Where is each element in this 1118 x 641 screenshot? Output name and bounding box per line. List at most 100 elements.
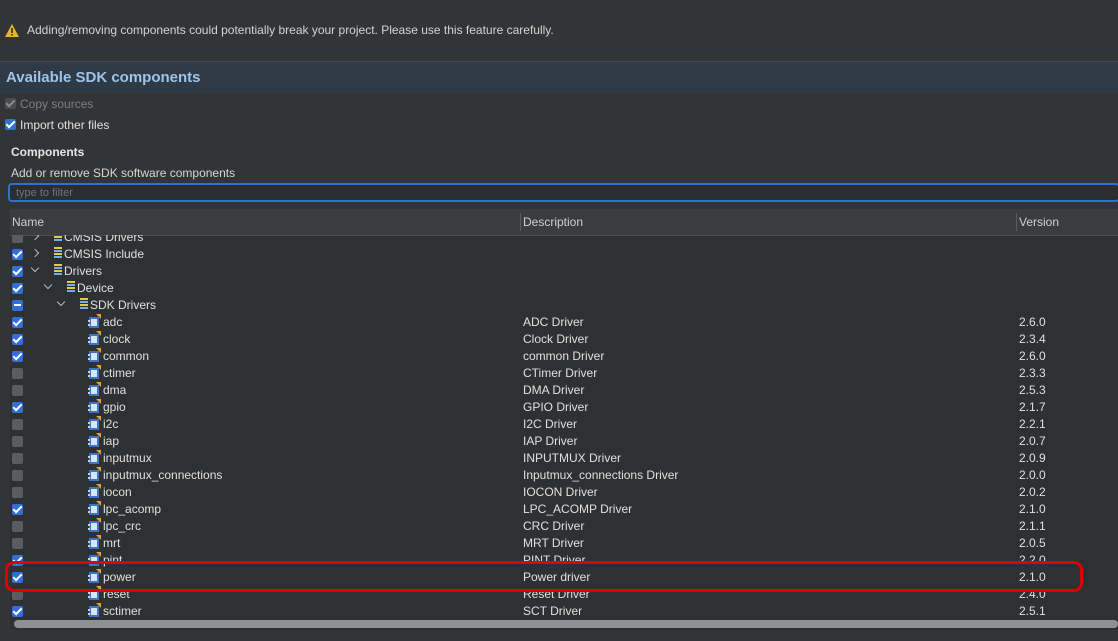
row-checkbox[interactable] bbox=[12, 385, 23, 396]
row-checkbox[interactable] bbox=[12, 235, 23, 243]
row-description: IOCON Driver bbox=[523, 485, 598, 499]
row-description: Power driver bbox=[523, 570, 591, 584]
components-description: Add or remove SDK software components bbox=[11, 166, 236, 180]
row-checkbox[interactable] bbox=[12, 521, 23, 532]
driver-component-icon bbox=[88, 314, 101, 328]
table-row[interactable]: reset Reset Driver 2.4.0 bbox=[10, 586, 1118, 603]
row-checkbox[interactable] bbox=[12, 249, 23, 260]
row-checkbox[interactable] bbox=[12, 487, 23, 498]
column-divider[interactable] bbox=[520, 213, 521, 231]
filter-input[interactable] bbox=[16, 185, 1106, 200]
filter-box[interactable] bbox=[8, 183, 1118, 202]
row-description: PINT Driver bbox=[523, 553, 586, 567]
table-row[interactable]: lpc_acomp LPC_ACOMP Driver 2.1.0 bbox=[10, 501, 1118, 518]
row-checkbox[interactable] bbox=[12, 606, 23, 617]
component-group-icon bbox=[67, 281, 75, 294]
table-row[interactable]: power Power driver 2.1.0 bbox=[10, 569, 1118, 586]
section-title: Available SDK components bbox=[6, 69, 201, 86]
table-row[interactable]: dma DMA Driver 2.5.3 bbox=[10, 382, 1118, 399]
row-checkbox[interactable] bbox=[12, 436, 23, 447]
row-checkbox[interactable] bbox=[12, 419, 23, 430]
table-row[interactable]: common common Driver 2.6.0 bbox=[10, 348, 1118, 365]
column-divider[interactable] bbox=[1016, 213, 1017, 231]
row-name: SDK Drivers bbox=[90, 298, 157, 312]
row-checkbox[interactable] bbox=[12, 368, 23, 379]
row-version: 2.0.5 bbox=[1019, 536, 1046, 550]
chevron-right-icon[interactable] bbox=[30, 235, 40, 241]
driver-component-icon bbox=[88, 416, 101, 430]
row-version: 2.2.1 bbox=[1019, 417, 1046, 431]
row-description: I2C Driver bbox=[523, 417, 578, 431]
row-name: common bbox=[103, 349, 150, 363]
table-row[interactable]: CMSIS Include bbox=[10, 246, 1118, 263]
chevron-down-icon[interactable] bbox=[56, 297, 66, 307]
import-other-files-checkbox[interactable] bbox=[5, 119, 16, 130]
warning-banner: Adding/removing components could potenti… bbox=[0, 0, 1118, 61]
table-row[interactable]: Drivers bbox=[10, 263, 1118, 280]
row-version: 2.4.0 bbox=[1019, 587, 1046, 601]
table-row[interactable]: SDK Drivers bbox=[10, 297, 1118, 314]
column-header-version[interactable]: Version bbox=[1019, 215, 1059, 229]
table-row[interactable]: CMSIS Drivers bbox=[10, 235, 1118, 246]
row-checkbox[interactable] bbox=[12, 283, 23, 294]
row-checkbox[interactable] bbox=[12, 402, 23, 413]
chevron-right-icon[interactable] bbox=[30, 248, 40, 258]
row-description: Reset Driver bbox=[523, 587, 590, 601]
row-version: 2.0.2 bbox=[1019, 485, 1046, 499]
row-name: adc bbox=[103, 315, 123, 329]
driver-component-icon bbox=[88, 331, 101, 345]
row-checkbox[interactable] bbox=[12, 334, 23, 345]
chevron-down-icon[interactable] bbox=[30, 263, 40, 273]
row-name: CMSIS Include bbox=[64, 247, 145, 261]
row-description: common Driver bbox=[523, 349, 605, 363]
row-checkbox[interactable] bbox=[12, 317, 23, 328]
import-other-files-label: Import other files bbox=[20, 118, 110, 132]
row-checkbox[interactable] bbox=[12, 572, 23, 583]
row-checkbox[interactable] bbox=[12, 555, 23, 566]
driver-component-icon bbox=[88, 552, 101, 566]
table-row[interactable]: ctimer CTimer Driver 2.3.3 bbox=[10, 365, 1118, 382]
column-header-name[interactable]: Name bbox=[12, 215, 44, 229]
row-name: iocon bbox=[103, 485, 132, 499]
row-checkbox[interactable] bbox=[12, 538, 23, 549]
driver-component-icon bbox=[88, 467, 101, 481]
table-row[interactable]: gpio GPIO Driver 2.1.7 bbox=[10, 399, 1118, 416]
table-row[interactable]: iocon IOCON Driver 2.0.2 bbox=[10, 484, 1118, 501]
row-checkbox[interactable] bbox=[12, 453, 23, 464]
row-version: 2.0.9 bbox=[1019, 451, 1046, 465]
column-header-description[interactable]: Description bbox=[523, 215, 583, 229]
row-name: reset bbox=[103, 587, 130, 601]
table-row[interactable]: clock Clock Driver 2.3.4 bbox=[10, 331, 1118, 348]
table-row[interactable]: pint PINT Driver 2.2.0 bbox=[10, 552, 1118, 569]
driver-component-icon bbox=[88, 501, 101, 515]
warning-icon bbox=[5, 24, 19, 37]
row-checkbox[interactable] bbox=[12, 589, 23, 600]
horizontal-scrollbar[interactable] bbox=[14, 620, 1118, 628]
row-description: Inputmux_connections Driver bbox=[523, 468, 679, 482]
row-checkbox[interactable] bbox=[12, 504, 23, 515]
driver-component-icon bbox=[88, 603, 101, 617]
row-name: iap bbox=[103, 434, 120, 448]
row-checkbox[interactable] bbox=[12, 470, 23, 481]
table-row[interactable]: sctimer SCT Driver 2.5.1 bbox=[10, 603, 1118, 620]
table-row[interactable]: lpc_crc CRC Driver 2.1.1 bbox=[10, 518, 1118, 535]
row-checkbox[interactable] bbox=[12, 351, 23, 362]
row-description: CRC Driver bbox=[523, 519, 585, 533]
table-row[interactable]: adc ADC Driver 2.6.0 bbox=[10, 314, 1118, 331]
row-checkbox[interactable] bbox=[12, 300, 23, 311]
table-row[interactable]: Device bbox=[10, 280, 1118, 297]
driver-component-icon bbox=[88, 348, 101, 362]
chevron-down-icon[interactable] bbox=[43, 280, 53, 290]
driver-component-icon bbox=[88, 382, 101, 396]
copy-sources-checkbox[interactable] bbox=[5, 98, 16, 109]
row-version: 2.1.7 bbox=[1019, 400, 1046, 414]
table-row[interactable]: mrt MRT Driver 2.0.5 bbox=[10, 535, 1118, 552]
table-row[interactable]: inputmux_connections Inputmux_connections… bbox=[10, 467, 1118, 484]
row-checkbox[interactable] bbox=[12, 266, 23, 277]
table-row[interactable]: i2c I2C Driver 2.2.1 bbox=[10, 416, 1118, 433]
component-group-icon bbox=[54, 264, 62, 277]
row-version: 2.0.0 bbox=[1019, 468, 1046, 482]
table-row[interactable]: iap IAP Driver 2.0.7 bbox=[10, 433, 1118, 450]
table-row[interactable]: inputmux INPUTMUX Driver 2.0.9 bbox=[10, 450, 1118, 467]
table-header: Name Description Version bbox=[10, 209, 1118, 236]
